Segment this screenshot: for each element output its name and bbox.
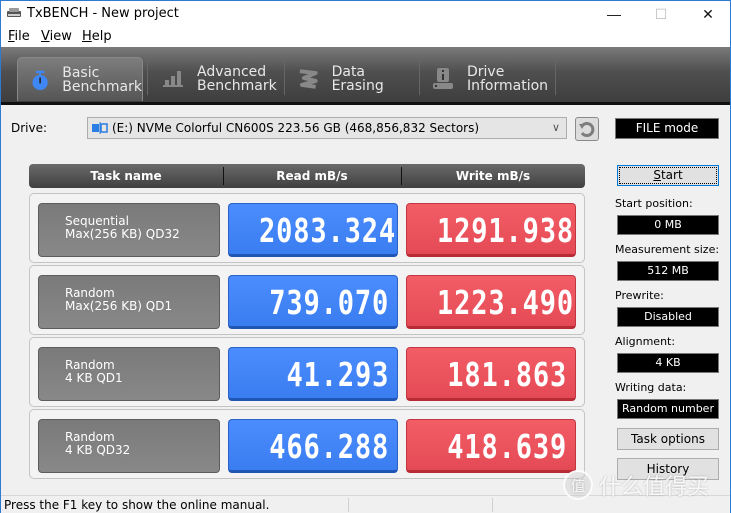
measurement-size-value[interactable]: 512 MB: [617, 261, 719, 281]
toolbar-divider: [555, 57, 556, 95]
window-title: TxBENCH - New project: [27, 6, 179, 21]
tab-data-erasing[interactable]: Data Erasing: [284, 57, 420, 101]
app-icon: [7, 8, 21, 17]
task-line2: 4 KB QD1: [65, 371, 123, 385]
writing-data-value[interactable]: Random number: [617, 399, 719, 419]
tab-advanced-benchmark-label: Advanced Benchmark: [197, 64, 277, 94]
drive-row: Drive: (E:) NVMe Colorful CN600S 223.56 …: [1, 111, 730, 147]
watermark: 值 什么值得买: [563, 469, 709, 501]
write-value: 1291.938: [406, 203, 576, 257]
refresh-icon: [579, 122, 595, 137]
tab-basic-benchmark[interactable]: Basic Benchmark: [17, 57, 143, 101]
menu-help-accel: H: [82, 29, 92, 44]
header-write: Write mB/s: [455, 169, 531, 183]
alignment-value[interactable]: 4 KB: [617, 353, 719, 373]
toolbar-divider: [147, 57, 148, 95]
status-text: Press the F1 key to show the online manu…: [4, 498, 270, 512]
main-toolbar: Basic Benchmark Advanced Benchmark Data …: [1, 47, 730, 105]
write-value: 1223.490: [406, 275, 576, 329]
tab-basic-benchmark-label: Basic Benchmark: [62, 64, 142, 95]
menu-view-accel: V: [41, 29, 50, 44]
header-task-name: Task name: [90, 169, 162, 183]
stopwatch-icon: [32, 70, 48, 90]
bar-chart-icon: [163, 71, 183, 87]
start-position-value[interactable]: 0 MB: [617, 215, 719, 235]
start-position-label: Start position:: [615, 197, 693, 210]
writing-data-label: Writing data:: [615, 381, 687, 394]
prewrite-label: Prewrite:: [615, 289, 664, 302]
result-row-random-256k-qd1: Random Max(256 KB) QD1 739.070 1223.490: [29, 265, 585, 335]
header-read: Read mB/s: [276, 169, 348, 183]
tab-data-erasing-label: Data Erasing: [331, 64, 384, 94]
result-row-random-4k-qd1: Random 4 KB QD1 41.293 181.863: [29, 337, 585, 407]
watermark-text: 什么值得买: [599, 474, 710, 499]
menu-file[interactable]: File: [8, 29, 30, 44]
drive-info-icon: [433, 68, 453, 89]
task-button[interactable]: Sequential Max(256 KB) QD32: [38, 203, 220, 257]
menu-bar: File View Help: [1, 27, 730, 47]
measurement-size-label: Measurement size:: [615, 243, 720, 256]
eraser-icon: [299, 69, 318, 89]
minimize-button[interactable]: —: [591, 1, 637, 27]
app-window: TxBENCH - New project — ☐ ✕ File View He…: [0, 0, 731, 513]
file-mode-indicator[interactable]: FILE mode: [615, 118, 719, 139]
status-divider: [492, 498, 493, 512]
write-value: 181.863: [406, 347, 576, 401]
read-value: 466.288: [228, 419, 398, 473]
read-value: 41.293: [228, 347, 398, 401]
drive-icon: [92, 122, 108, 134]
task-line2: Max(256 KB) QD32: [65, 227, 180, 241]
chevron-down-icon: ∨: [551, 121, 560, 134]
task-options-button[interactable]: Task options: [617, 428, 719, 450]
task-button[interactable]: Random 4 KB QD1: [38, 347, 220, 401]
menu-view[interactable]: View: [41, 29, 72, 44]
maximize-button[interactable]: ☐: [638, 1, 684, 27]
alignment-label: Alignment:: [615, 335, 676, 348]
task-line2: 4 KB QD32: [65, 443, 131, 457]
drive-label: Drive:: [11, 121, 48, 135]
task-line2: Max(256 KB) QD1: [65, 299, 173, 313]
status-divider: [348, 498, 349, 512]
watermark-badge: 值: [563, 470, 593, 500]
start-button[interactable]: Start: [617, 165, 719, 186]
result-row-sequential: Sequential Max(256 KB) QD32 2083.324 129…: [29, 193, 585, 263]
task-button[interactable]: Random 4 KB QD32: [38, 419, 220, 473]
result-row-random-4k-qd32: Random 4 KB QD32 466.288 418.639: [29, 409, 585, 479]
drive-select-value: (E:) NVMe Colorful CN600S 223.56 GB (468…: [112, 121, 480, 135]
menu-help-label: elp: [91, 29, 112, 44]
task-button[interactable]: Random Max(256 KB) QD1: [38, 275, 220, 329]
start-accel: S: [653, 168, 661, 182]
prewrite-value[interactable]: Disabled: [617, 307, 719, 327]
tab-advanced-benchmark[interactable]: Advanced Benchmark: [149, 57, 279, 101]
tab-drive-information[interactable]: Drive Information: [419, 57, 555, 101]
results-table-header: Task name Read mB/s Write mB/s: [29, 164, 585, 188]
write-value: 418.639: [406, 419, 576, 473]
start-label: tart: [660, 168, 683, 182]
title-bar: TxBENCH - New project — ☐ ✕: [1, 1, 730, 27]
tab-drive-information-label: Drive Information: [467, 64, 549, 94]
read-value: 739.070: [228, 275, 398, 329]
read-value: 2083.324: [228, 203, 398, 257]
refresh-drives-button[interactable]: [575, 117, 599, 141]
menu-file-label: ile: [14, 29, 30, 44]
menu-help[interactable]: Help: [82, 29, 112, 44]
menu-view-label: iew: [49, 29, 72, 44]
close-button[interactable]: ✕: [685, 1, 731, 27]
drive-select[interactable]: (E:) NVMe Colorful CN600S 223.56 GB (468…: [87, 117, 567, 139]
